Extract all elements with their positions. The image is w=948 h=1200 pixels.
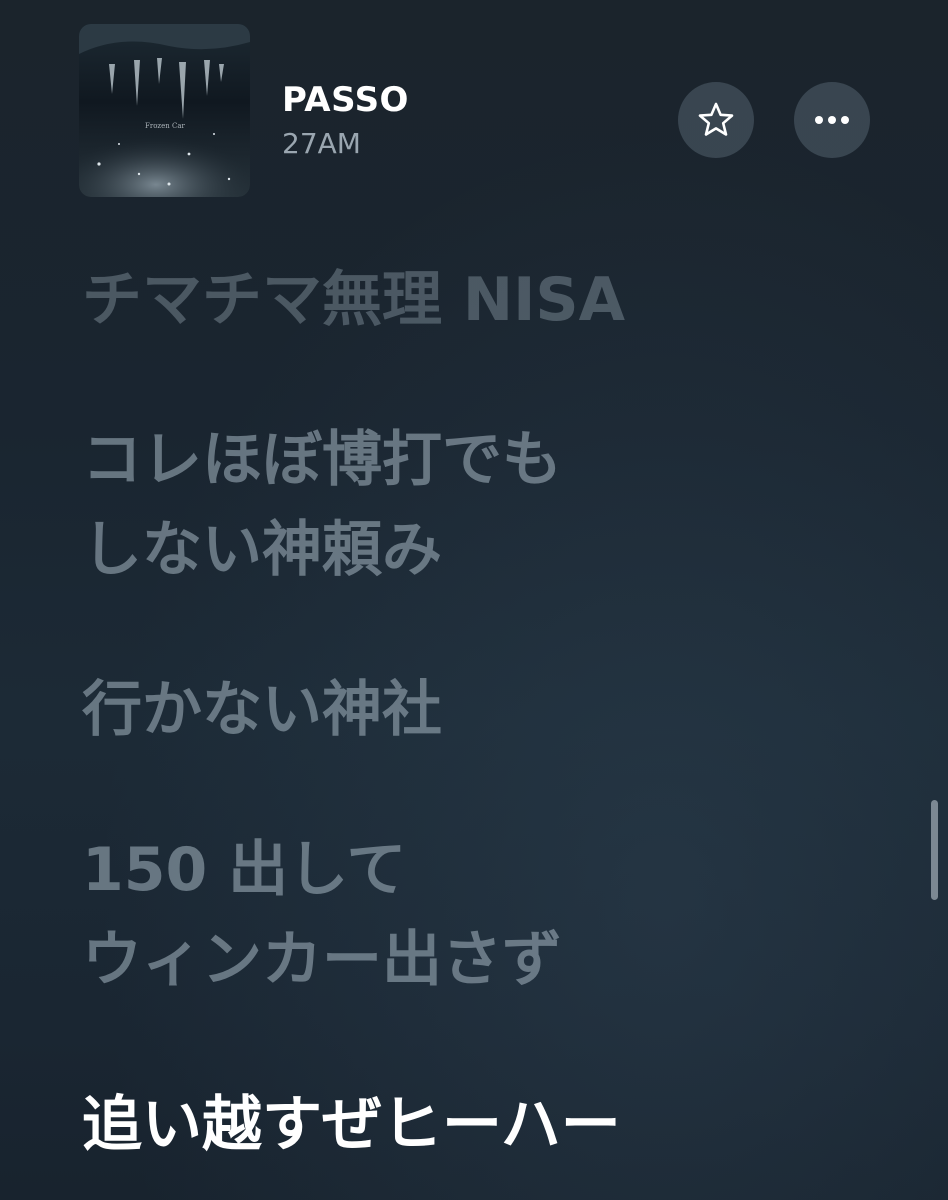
scrollbar[interactable]: [931, 800, 938, 900]
lyric-line[interactable]: ウィンカー出さず: [82, 915, 562, 1005]
now-playing-header: Frozen Car PASSO 27AM: [0, 0, 948, 215]
favorite-button[interactable]: [678, 82, 754, 158]
lyric-line[interactable]: 150 出して: [82, 825, 406, 915]
track-artist[interactable]: 27AM: [282, 126, 361, 162]
album-artwork-icon: Frozen Car: [79, 24, 250, 197]
lyric-line[interactable]: コレほぼ博打でも: [82, 415, 562, 505]
lyric-line[interactable]: 行かない神社: [82, 665, 442, 755]
lyric-line[interactable]: チマチマ無理 NISA: [82, 255, 625, 345]
album-artwork[interactable]: Frozen Car: [79, 24, 250, 197]
track-title[interactable]: PASSO: [282, 80, 409, 120]
star-icon: [698, 102, 734, 136]
lyric-line[interactable]: しない神頼み: [82, 505, 442, 595]
svg-text:Frozen Car: Frozen Car: [145, 122, 186, 130]
ellipsis-icon: [815, 116, 849, 124]
lyric-line-current[interactable]: 追い越すぜヒーハー: [82, 1080, 621, 1170]
more-options-button[interactable]: [794, 82, 870, 158]
